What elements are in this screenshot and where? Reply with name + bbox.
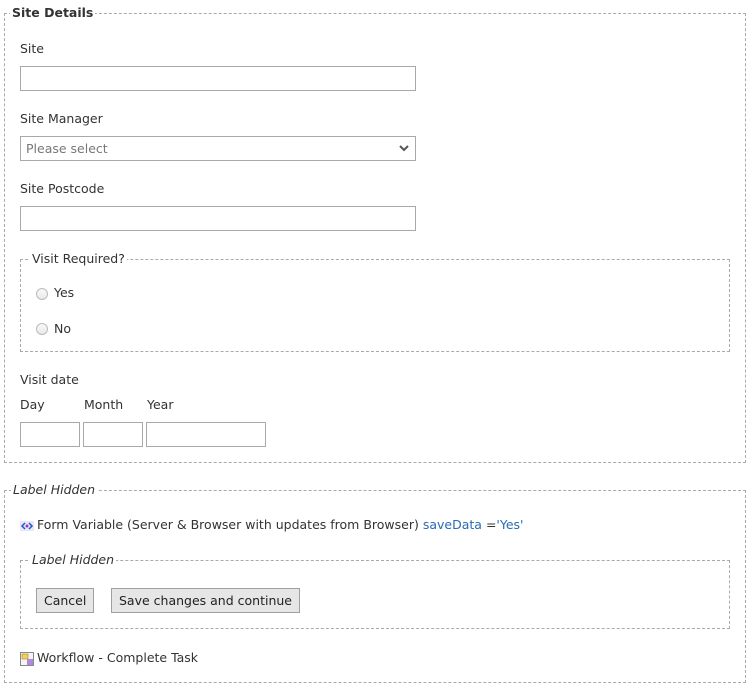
day-input[interactable] [20, 422, 80, 447]
workflow-row: Workflow - Complete Task [20, 650, 198, 666]
month-label: Month [84, 397, 124, 412]
visit-required-no-label[interactable]: No [54, 321, 71, 337]
save-continue-button[interactable]: Save changes and continue [111, 588, 300, 613]
form-variable-icon [20, 520, 34, 531]
form-variable-text: Form Variable (Server & Browser with upd… [37, 517, 419, 532]
form-variable-name[interactable]: saveData [423, 517, 482, 532]
visit-required-fieldset [20, 259, 730, 352]
workflow-icon [20, 651, 34, 666]
visit-required-legend: Visit Required? [30, 251, 127, 267]
site-label: Site [20, 41, 44, 56]
workflow-text: Workflow - Complete Task [37, 650, 199, 665]
site-manager-select[interactable]: Please select [20, 136, 416, 161]
month-input[interactable] [83, 422, 143, 447]
visit-required-no-radio[interactable] [36, 323, 48, 335]
site-postcode-label: Site Postcode [20, 181, 105, 196]
day-label: Day [20, 397, 45, 412]
chevron-down-icon [399, 145, 409, 152]
visit-required-yes-radio[interactable] [36, 288, 48, 300]
visit-required-yes-label[interactable]: Yes [54, 285, 74, 301]
site-details-legend: Site Details [10, 5, 96, 21]
visit-date-label: Visit date [20, 372, 79, 387]
site-manager-selected: Please select [26, 141, 108, 156]
site-input[interactable] [20, 66, 416, 91]
site-manager-label: Site Manager [20, 111, 103, 126]
form-variable-equals: = [485, 517, 497, 532]
buttons-fieldset-legend: Label Hidden [30, 552, 117, 568]
cancel-button[interactable]: Cancel [36, 588, 95, 613]
hidden-section-legend: Label Hidden [11, 482, 98, 498]
year-input[interactable] [146, 422, 266, 447]
site-postcode-input[interactable] [20, 206, 416, 231]
form-variable-value: 'Yes' [496, 517, 524, 532]
form-variable-row: Form Variable (Server & Browser with upd… [20, 517, 523, 533]
year-label: Year [147, 397, 174, 412]
